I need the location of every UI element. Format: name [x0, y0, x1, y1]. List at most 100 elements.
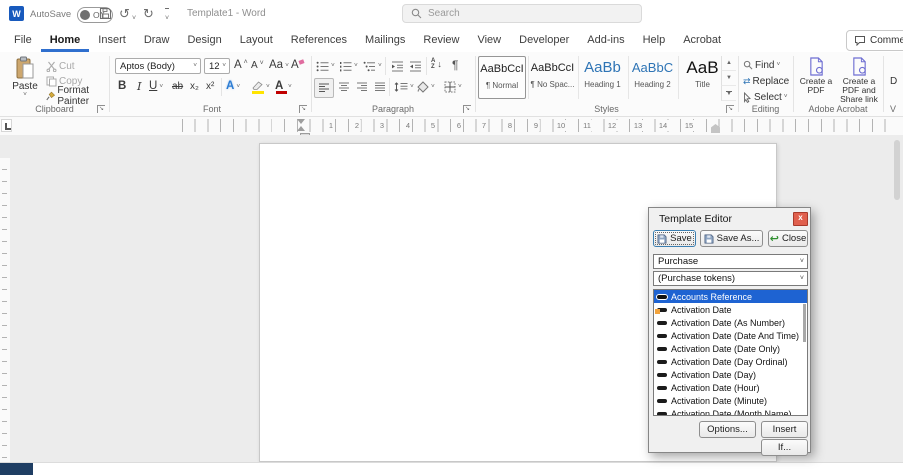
tab-help[interactable]: Help [634, 28, 675, 52]
clear-formatting-button[interactable]: A [291, 58, 305, 74]
style-heading-2[interactable]: AaBbC Heading 2 [628, 56, 676, 99]
token-item[interactable]: Activation Date (Day) [654, 368, 807, 381]
font-color-button[interactable]: A ˅ [275, 79, 292, 95]
align-right-button[interactable] [356, 79, 368, 95]
tab-layout[interactable]: Layout [231, 28, 282, 52]
underline-button[interactable]: U ˅ [149, 79, 163, 95]
shrink-font-button[interactable]: A ˅ [251, 58, 264, 74]
token-item[interactable]: Activation Date (Minute) [654, 394, 807, 407]
dialog-close-button[interactable]: x [793, 212, 808, 226]
styles-scroll-down-button[interactable]: ▼ [721, 71, 736, 86]
font-dialog-launcher[interactable]: ↘ [299, 105, 307, 113]
tab-home[interactable]: Home [41, 28, 90, 52]
select-button[interactable]: Select ˅ [743, 89, 788, 105]
tab-add-ins[interactable]: Add-ins [578, 28, 633, 52]
token-item[interactable]: Activation Date (As Number) [654, 316, 807, 329]
undo-button[interactable]: ↺ [119, 5, 130, 22]
tab-acrobat[interactable]: Acrobat [674, 28, 730, 52]
subscript-button[interactable]: x₂ [190, 79, 199, 95]
style-normal[interactable]: AaBbCcI ¶ Normal [478, 56, 526, 99]
token-item[interactable]: Activation Date (Month Name) [654, 407, 807, 415]
token-item[interactable]: Activation Date (Day Ordinal) [654, 355, 807, 368]
styles-scroll-up-button[interactable]: ▲ [721, 56, 736, 71]
create-pdf-share-button[interactable]: Create a PDF and Share link [838, 55, 880, 104]
taskbar-word-icon-fragment[interactable] [0, 463, 33, 475]
save-as-button[interactable]: Save As... [700, 230, 763, 247]
style-no-spacing[interactable]: AaBbCcI ¶ No Spac... [528, 56, 576, 99]
shading-button[interactable]: ˅ [417, 79, 435, 95]
styles-dialog-launcher[interactable]: ↘ [726, 105, 734, 113]
paste-button[interactable]: Paste ˅ [8, 56, 42, 102]
align-center-button[interactable] [338, 79, 350, 95]
tab-mailings[interactable]: Mailings [356, 28, 414, 52]
tab-references[interactable]: References [282, 28, 356, 52]
create-pdf-button[interactable]: Create a PDF [796, 55, 836, 103]
bullets-button[interactable]: ˅ [316, 58, 335, 74]
cut-button[interactable]: Cut [46, 58, 75, 74]
sort-button[interactable]: AZ ↓ [431, 56, 442, 72]
font-name-combo[interactable]: Aptos (Body) ˅ [115, 58, 201, 74]
strikethrough-button[interactable]: ab [172, 79, 183, 95]
customize-toolbar-chevron-icon[interactable]: ˅ [165, 8, 170, 27]
redo-button[interactable]: ↻ [143, 5, 154, 22]
save-icon[interactable] [99, 7, 112, 20]
tab-draw[interactable]: Draw [135, 28, 179, 52]
tab-insert[interactable]: Insert [89, 28, 135, 52]
scrollbar-thumb[interactable] [894, 140, 900, 200]
undo-chevron-icon[interactable]: ˅ [132, 10, 136, 27]
tab-design[interactable]: Design [178, 28, 230, 52]
text-effects-button[interactable]: A ˅ [226, 79, 240, 95]
tab-view[interactable]: View [468, 28, 510, 52]
comments-button[interactable]: Comments [846, 30, 903, 51]
search-input[interactable]: Search [402, 4, 642, 23]
style-heading-1[interactable]: AaBb Heading 1 [578, 56, 626, 99]
token-item[interactable]: Activation Date (Date And Time) [654, 329, 807, 342]
tab-file[interactable]: File [5, 28, 41, 52]
format-painter-button[interactable]: Format Painter [46, 85, 109, 107]
options-button[interactable]: Options... [699, 421, 756, 438]
grow-font-button[interactable]: A ˄ [234, 58, 248, 74]
tab-review[interactable]: Review [414, 28, 468, 52]
replace-button[interactable]: ⇄ Replace [743, 73, 789, 89]
close-dialog-button[interactable]: ↩ Close [768, 230, 808, 247]
increase-indent-button[interactable] [409, 58, 422, 74]
borders-button[interactable]: ˅ [444, 79, 462, 95]
style-title[interactable]: AaB Title [678, 56, 726, 99]
paragraph-dialog-launcher[interactable]: ↘ [463, 105, 471, 113]
decrease-indent-button[interactable] [391, 58, 404, 74]
if-button[interactable]: If... [761, 439, 808, 456]
token-listbox[interactable]: Accounts Reference Activation Date Activ… [653, 289, 808, 416]
insert-button[interactable]: Insert [761, 421, 808, 438]
template-select[interactable]: Purchase ˅ [653, 254, 808, 269]
bold-button[interactable]: B [118, 79, 126, 95]
align-left-button[interactable] [314, 78, 334, 98]
dictate-button-partial[interactable]: D [890, 76, 897, 87]
token-item[interactable]: Activation Date (Hour) [654, 381, 807, 394]
multilevel-list-button[interactable]: ˅ [363, 58, 382, 74]
vertical-scrollbar[interactable] [894, 137, 901, 457]
superscript-button[interactable]: x² [206, 79, 214, 95]
shrink-font-icon: A [251, 60, 258, 71]
save-template-button[interactable]: Save [653, 230, 696, 247]
justify-button[interactable] [374, 79, 386, 95]
line-spacing-button[interactable]: ˅ [394, 79, 414, 95]
clipboard-dialog-launcher[interactable]: ↘ [97, 105, 105, 113]
token-item[interactable]: Activation Date [654, 303, 807, 316]
change-case-button[interactable]: Aa ˅ [269, 58, 289, 74]
token-list-scrollbar-thumb[interactable] [803, 304, 806, 342]
italic-button[interactable]: I [137, 79, 142, 95]
show-hide-pilcrow-button[interactable]: ¶ [452, 57, 458, 73]
highlight-button[interactable]: ˅ [251, 79, 270, 95]
hanging-indent-marker[interactable] [297, 126, 305, 131]
token-item[interactable]: Activation Date (Date Only) [654, 342, 807, 355]
tab-selector-button[interactable] [1, 119, 12, 132]
token-item-selected[interactable]: Accounts Reference [654, 290, 807, 303]
numbering-button[interactable]: ˅ [339, 58, 358, 74]
font-size-combo[interactable]: 12 ˅ [204, 58, 230, 74]
find-button[interactable]: Find ˅ [743, 57, 780, 73]
styles-more-button[interactable]: ▼ [721, 86, 736, 101]
token-group-select[interactable]: (Purchase tokens) ˅ [653, 271, 808, 286]
save-as-disk-icon [704, 234, 714, 243]
first-line-indent-marker[interactable] [297, 119, 305, 124]
tab-developer[interactable]: Developer [510, 28, 578, 52]
